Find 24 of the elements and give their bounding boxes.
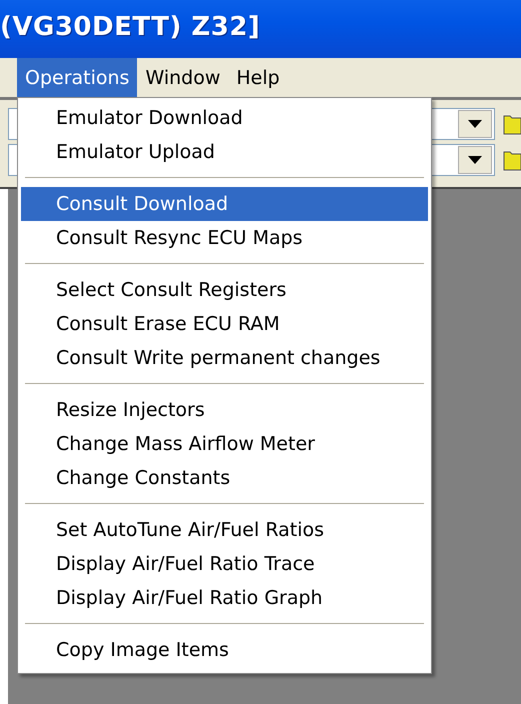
dropdown-button[interactable] [458,146,492,174]
menu-item[interactable]: Change Mass Airflow Meter [21,427,428,461]
caret-icon [468,120,482,128]
menu-item[interactable]: Resize Injectors [21,393,428,427]
menu-item[interactable]: Display Air/Fuel Ratio Trace [21,547,428,581]
menu-item[interactable]: Select Consult Registers [21,273,428,307]
folder-icon[interactable] [503,149,521,171]
menu-bar-item[interactable]: Window [137,58,228,97]
menu-item[interactable]: Copy Image Items [21,633,428,667]
menu-item[interactable]: Consult Resync ECU Maps [21,221,428,255]
menu-item[interactable]: Emulator Download [21,101,428,135]
menu-item[interactable]: Display Air/Fuel Ratio Graph [21,581,428,615]
window-title: (VG30DETT) Z32] [0,0,521,58]
menu-bar-item[interactable]: Operations [17,58,138,97]
dropdown-button[interactable] [458,110,492,138]
caret-icon [468,156,482,164]
menu-item[interactable]: Set AutoTune Air/Fuel Ratios [21,513,428,547]
menu-item[interactable]: Consult Download [21,187,428,221]
menu-item[interactable]: Emulator Upload [21,135,428,169]
menu-item[interactable]: Change Constants [21,461,428,495]
menu-item[interactable]: Consult Write permanent changes [21,341,428,375]
folder-icon[interactable] [503,113,521,135]
menu-item[interactable]: Consult Erase ECU RAM [21,307,428,341]
menu-bar-item[interactable]: Help [228,58,288,97]
